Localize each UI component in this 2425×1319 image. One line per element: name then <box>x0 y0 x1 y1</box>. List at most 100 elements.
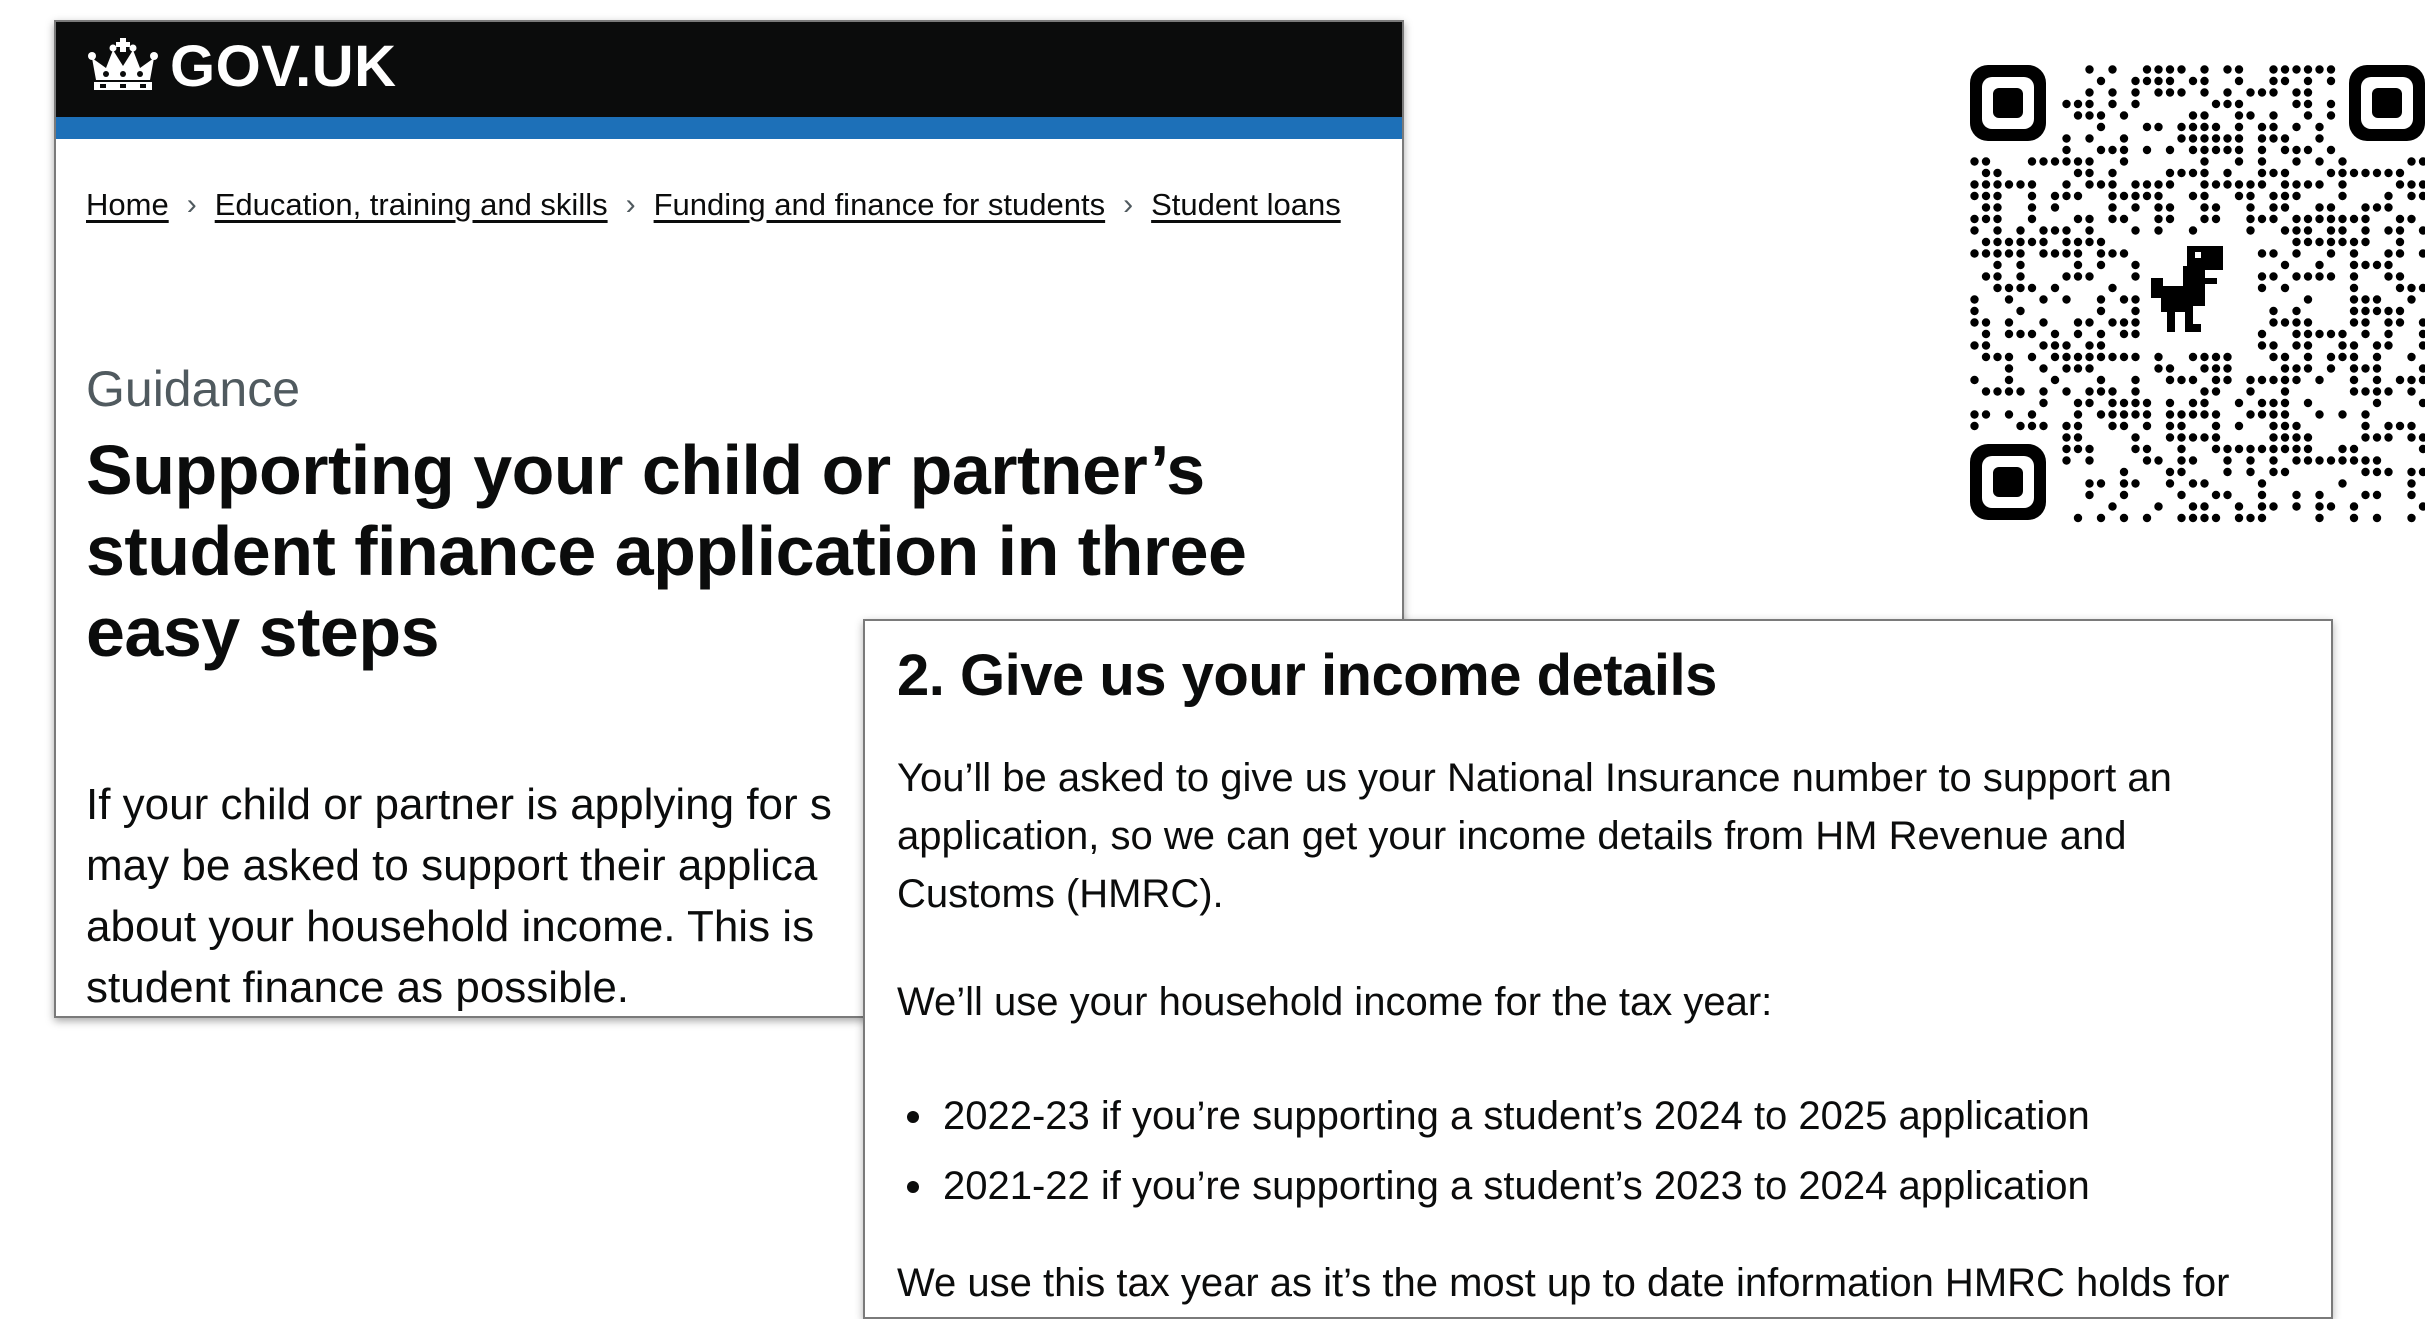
qr-module <box>2142 421 2152 431</box>
qr-module <box>2108 410 2117 419</box>
qr-module <box>2188 191 2198 201</box>
qr-module <box>2407 433 2416 442</box>
qr-module <box>2361 456 2370 465</box>
qr-module <box>2384 433 2393 442</box>
qr-module <box>2050 226 2060 235</box>
breadcrumb-student-loans-link[interactable]: Student loans <box>1151 187 1341 223</box>
qr-module <box>2131 398 2140 408</box>
qr-module <box>2062 180 2071 189</box>
qr-module <box>2096 352 2106 362</box>
qr-module <box>2131 352 2140 362</box>
breadcrumb-home-link[interactable]: Home <box>86 187 169 223</box>
qr-module <box>2177 513 2186 523</box>
qr-module <box>2257 502 2267 511</box>
qr-module <box>2338 410 2347 419</box>
breadcrumb-funding-link[interactable]: Funding and finance for students <box>654 187 1106 223</box>
qr-module <box>2234 111 2244 120</box>
qr-module <box>2246 214 2255 224</box>
qr-module <box>2062 352 2071 362</box>
qr-module <box>2016 226 2025 235</box>
qr-module <box>2177 88 2186 97</box>
qr-module <box>2200 214 2209 224</box>
qr-module <box>2211 375 2221 385</box>
qr-module <box>2372 398 2382 408</box>
qr-module <box>2027 329 2037 339</box>
qr-module <box>2326 237 2336 247</box>
qr-module <box>2096 111 2106 120</box>
lead-line: may be asked to support their applica <box>86 841 818 890</box>
qr-module <box>2234 145 2244 155</box>
qr-module <box>2119 134 2129 143</box>
qr-module <box>1981 249 1991 258</box>
qr-module <box>2395 375 2405 385</box>
qr-module <box>2188 76 2198 86</box>
qr-module <box>2292 421 2301 431</box>
breadcrumb-education-link[interactable]: Education, training and skills <box>215 187 608 223</box>
qr-module <box>2062 134 2071 143</box>
qr-module <box>2108 99 2117 109</box>
qr-module <box>2211 352 2221 362</box>
paragraph-line: You’ll be asked to give us your National… <box>897 756 2172 800</box>
qr-module <box>2188 410 2198 419</box>
qr-module <box>2269 88 2278 97</box>
qr-module <box>2096 387 2106 396</box>
qr-module <box>2269 214 2278 224</box>
qr-module <box>2039 226 2048 235</box>
chevron-right-icon: › <box>1123 188 1134 221</box>
qr-module <box>2131 479 2140 488</box>
qr-module <box>2292 444 2301 454</box>
qr-module <box>2234 421 2244 431</box>
qr-module <box>2361 421 2370 431</box>
qr-module <box>2326 364 2336 373</box>
qr-module <box>2096 329 2106 339</box>
qr-module <box>2326 203 2336 212</box>
qr-code-icon[interactable] <box>1965 60 2425 530</box>
qr-module <box>1981 214 1991 224</box>
qr-module <box>2292 214 2301 224</box>
govuk-logo-link[interactable]: GOV.UK <box>86 36 396 98</box>
qr-module <box>2177 467 2186 477</box>
qr-module <box>2234 76 2244 86</box>
qr-module <box>2280 387 2290 396</box>
qr-module <box>2177 456 2186 465</box>
qr-module <box>2315 513 2324 523</box>
qr-module <box>2073 272 2083 281</box>
qr-module <box>2154 456 2163 465</box>
qr-module <box>1993 283 2002 293</box>
qr-module <box>2096 237 2106 247</box>
qr-module <box>2223 375 2232 385</box>
qr-module <box>2039 295 2048 304</box>
qr-module <box>2257 88 2267 97</box>
qr-module <box>2108 168 2117 178</box>
qr-module <box>2303 88 2313 97</box>
tax-year-intro: We’ll use your household income for the … <box>897 980 1773 1024</box>
qr-module <box>2326 329 2336 339</box>
qr-module <box>2349 214 2359 224</box>
qr-module <box>2292 226 2301 235</box>
paragraph-line: application, so we can get your income d… <box>897 814 2127 858</box>
qr-module <box>2142 513 2152 523</box>
qr-module <box>2326 502 2336 511</box>
qr-module <box>2315 214 2324 224</box>
qr-module <box>2372 490 2382 500</box>
qr-module <box>2085 134 2094 143</box>
qr-module <box>2361 490 2370 500</box>
qr-module <box>2027 283 2037 293</box>
qr-module <box>2188 134 2198 143</box>
qr-module <box>2165 88 2175 97</box>
qr-module <box>2280 433 2290 442</box>
qr-module <box>2062 421 2071 431</box>
qr-module <box>2073 191 2083 201</box>
qr-module <box>2016 306 2025 316</box>
qr-module <box>2234 398 2244 408</box>
qr-module <box>2119 410 2129 419</box>
lead-line: If your child or partner is applying for… <box>86 780 832 829</box>
qr-module <box>2269 168 2278 178</box>
qr-module <box>2292 157 2301 166</box>
qr-module <box>2188 352 2198 362</box>
qr-module <box>2338 341 2347 350</box>
qr-module <box>1993 272 2002 281</box>
qr-module <box>2073 513 2083 523</box>
qr-module <box>2062 191 2071 201</box>
national-insurance-paragraph: You’ll be asked to give us your National… <box>897 749 2297 923</box>
